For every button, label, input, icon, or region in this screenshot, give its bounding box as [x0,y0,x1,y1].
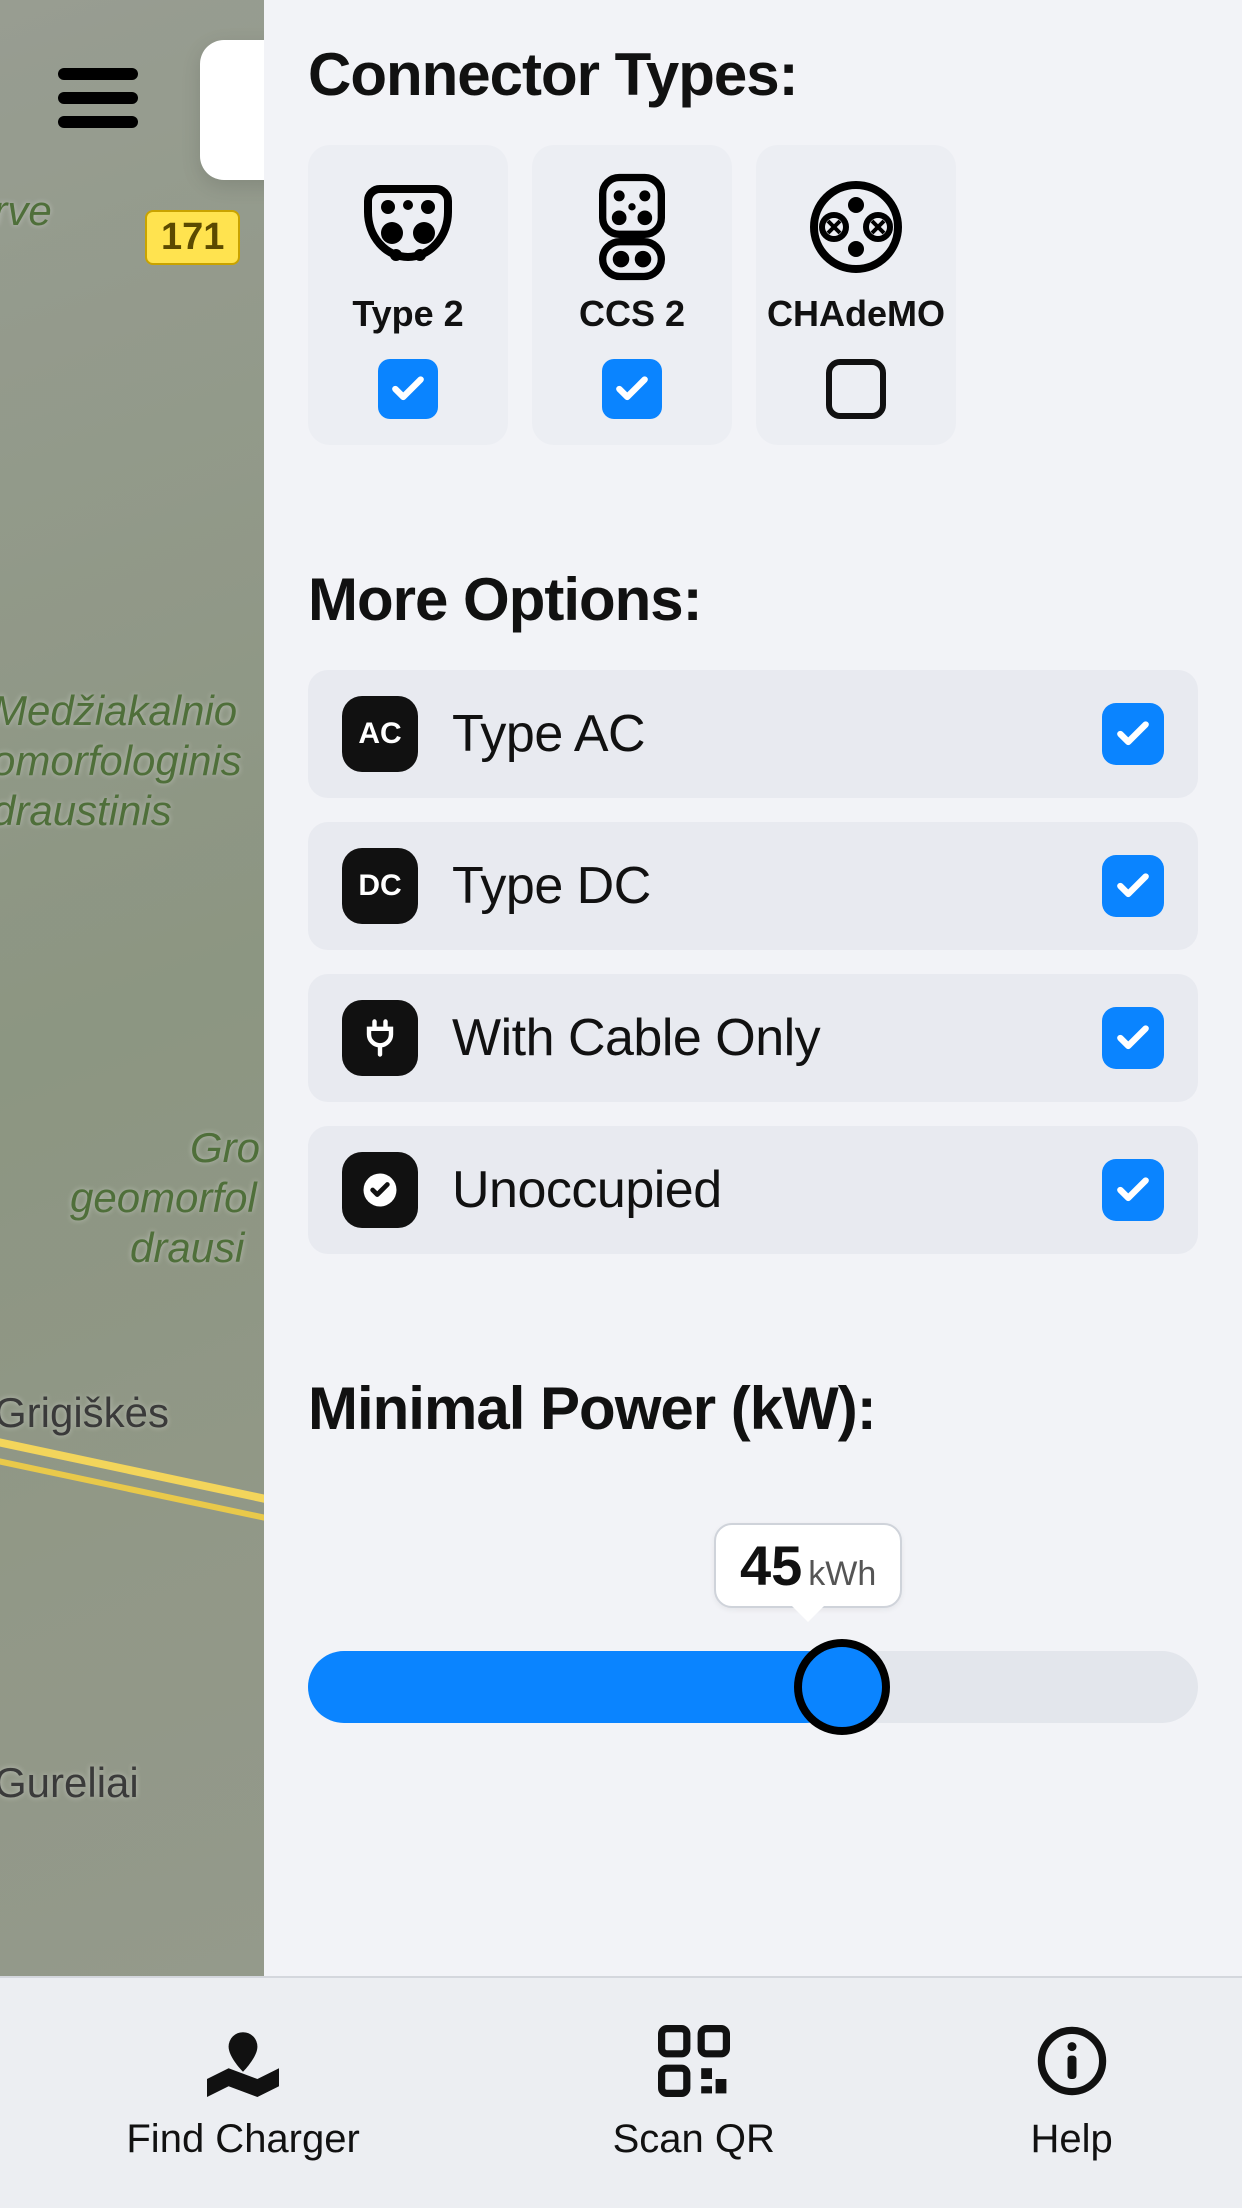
connector-label: Type 2 [352,293,463,335]
connector-card-type2[interactable]: Type 2 [308,145,508,445]
power-slider[interactable]: 45 kWh [308,1523,1198,1743]
dc-badge-icon: DC [342,848,418,924]
map-label: draustinis [0,788,172,834]
nav-scan-qr[interactable]: Scan QR [613,2025,775,2162]
option-row-type-dc[interactable]: DC Type DC [308,822,1198,950]
slider-track[interactable] [308,1651,1198,1723]
connector-card-ccs2[interactable]: CCS 2 [532,145,732,445]
check-icon [1114,1019,1152,1057]
filter-panel: Connector Types: Type 2 [264,0,1242,2208]
map-label: Medžiakalnio [0,688,237,734]
minimal-power-title: Minimal Power (kW): [308,1374,1198,1443]
map-label: Grigiškės [0,1390,169,1436]
check-icon [389,370,427,408]
map-label: Gro [190,1125,260,1171]
check-circle-icon [342,1152,418,1228]
nav-help[interactable]: Help [1028,2025,1116,2162]
option-label: Type AC [452,704,645,764]
power-tooltip: 45 kWh [714,1523,902,1608]
route-shield: 171 [145,210,240,265]
map-label: geomorfol [70,1175,257,1221]
menu-button[interactable] [58,68,138,128]
check-icon [1114,867,1152,905]
connector-checkbox[interactable] [378,359,438,419]
map-label: drausi [130,1225,244,1271]
option-checkbox[interactable] [1102,855,1164,917]
connector-label: CCS 2 [579,293,685,335]
map-label: Gureliai [0,1760,139,1806]
power-value: 45 [740,1533,802,1598]
more-options-title: More Options: [308,565,1198,634]
option-label: With Cable Only [452,1008,820,1068]
option-row-unoccupied[interactable]: Unoccupied [308,1126,1198,1254]
option-checkbox[interactable] [1102,703,1164,765]
map-label: erve [0,188,52,234]
connector-label: CHAdeMO [767,293,945,335]
option-row-type-ac[interactable]: AC Type AC [308,670,1198,798]
slider-thumb[interactable] [794,1639,890,1735]
connector-card-chademo[interactable]: CHAdeMO [756,145,956,445]
option-checkbox[interactable] [1102,1159,1164,1221]
option-label: Type DC [452,856,651,916]
check-icon [613,370,651,408]
option-label: Unoccupied [452,1160,722,1220]
nav-label: Scan QR [613,2117,775,2162]
chademo-connector-icon [798,173,914,281]
connector-checkbox[interactable] [826,359,886,419]
info-icon [1028,2025,1116,2097]
nav-find-charger[interactable]: Find Charger [126,2025,359,2162]
ccs2-connector-icon [574,173,690,281]
bottom-nav: Find Charger Scan QR [0,1976,1242,2208]
type2-connector-icon [350,173,466,281]
nav-label: Help [1030,2117,1112,2162]
check-icon [1114,715,1152,753]
option-checkbox[interactable] [1102,1007,1164,1069]
nav-label: Find Charger [126,2117,359,2162]
connector-checkbox[interactable] [602,359,662,419]
slider-fill [308,1651,842,1723]
plug-icon [342,1000,418,1076]
connector-types-title: Connector Types: [308,40,1198,109]
qr-icon [650,2025,738,2097]
option-row-with-cable[interactable]: With Cable Only [308,974,1198,1102]
ac-badge-icon: AC [342,696,418,772]
check-icon [1114,1171,1152,1209]
map-label: omorfologinis [0,738,242,784]
power-unit: kWh [808,1555,876,1594]
map-pin-icon [199,2025,287,2097]
